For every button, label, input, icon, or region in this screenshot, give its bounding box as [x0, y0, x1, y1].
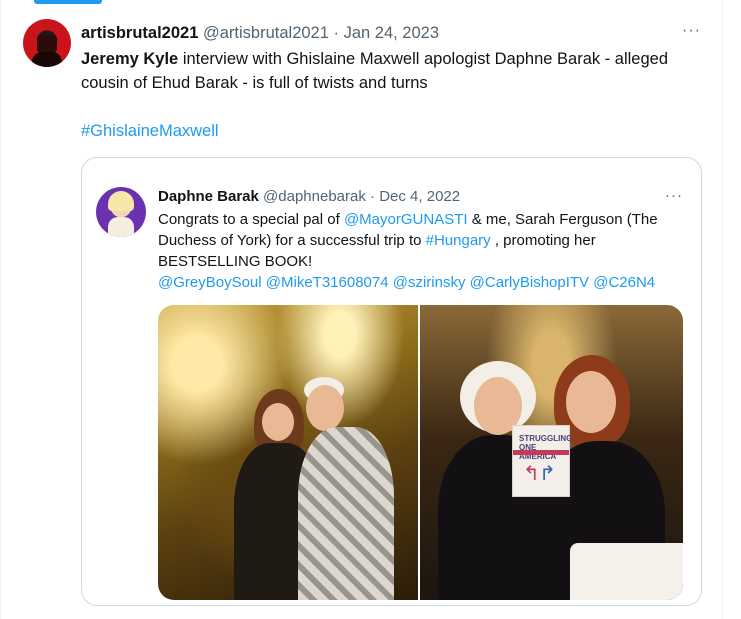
mention-mayorgunasti[interactable]: @MayorGUNASTI — [344, 211, 468, 228]
quoted-author-avatar[interactable] — [96, 187, 146, 237]
book-cover: STRUGGLING ONE AMERICA ↰ ↱ — [512, 425, 573, 497]
photo-left[interactable] — [158, 305, 418, 600]
book-arrow-left-icon: ↰ — [523, 463, 540, 485]
tweet-date[interactable]: Jan 24, 2023 — [344, 24, 439, 42]
man-coat — [298, 427, 394, 600]
quoted-tweet-text: Congrats to a special pal of @MayorGUNAS… — [158, 209, 678, 293]
quoted-text-part-1: Congrats to a special pal of — [158, 211, 344, 228]
hashtag-hungary[interactable]: #Hungary — [426, 232, 491, 249]
avatar-body — [32, 52, 62, 67]
man-face — [306, 385, 344, 431]
tweet-text: Jeremy Kyle interview with Ghislaine Max… — [81, 47, 701, 95]
header-separator: · — [333, 24, 340, 42]
quoted-tweet[interactable]: Daphne Barak @daphnebarak · Dec 4, 2022 … — [81, 157, 702, 606]
tweet-header: artisbrutal2021 @artisbrutal2021 · Jan 2… — [81, 22, 439, 44]
mentions-list[interactable]: @GreyBoySoul @MikeT31608074 @szirinsky @… — [158, 274, 655, 291]
book-arrow-right-icon: ↱ — [539, 463, 556, 485]
photo-grid[interactable]: STRUGGLING ONE AMERICA ↰ ↱ — [158, 305, 683, 600]
quoted-author-display-name[interactable]: Daphne Barak — [158, 188, 259, 205]
woman2-face — [566, 371, 616, 433]
active-tab-indicator — [34, 0, 102, 4]
tweet-text-bold: Jeremy Kyle — [81, 50, 179, 68]
book-stripe — [513, 450, 569, 455]
quoted-avatar-body — [108, 217, 134, 237]
more-options-icon[interactable]: ··· — [682, 20, 701, 42]
quoted-tweet-header: Daphne Barak @daphnebarak · Dec 4, 2022 — [158, 187, 460, 207]
quoted-avatar-hair — [108, 191, 134, 211]
author-handle[interactable]: @artisbrutal2021 — [203, 24, 329, 42]
woman-face — [262, 403, 294, 441]
tweet-hashtag[interactable]: #GhislaineMaxwell — [81, 119, 219, 143]
author-display-name[interactable]: artisbrutal2021 — [81, 24, 198, 42]
quoted-header-separator: · — [370, 188, 376, 205]
timeline-left-border — [0, 0, 1, 619]
photo-right[interactable]: STRUGGLING ONE AMERICA ↰ ↱ — [420, 305, 683, 600]
book-title: STRUGGLING ONE AMERICA — [519, 434, 573, 461]
quoted-tweet-date[interactable]: Dec 4, 2022 — [379, 188, 460, 205]
table-cloth — [570, 543, 683, 600]
avatar-face — [37, 35, 57, 53]
author-avatar[interactable] — [23, 19, 71, 67]
quoted-author-handle[interactable]: @daphnebarak — [263, 188, 366, 205]
top-border — [0, 0, 741, 6]
quoted-more-options-icon[interactable]: ··· — [665, 186, 683, 206]
timeline-right-border — [722, 0, 723, 619]
